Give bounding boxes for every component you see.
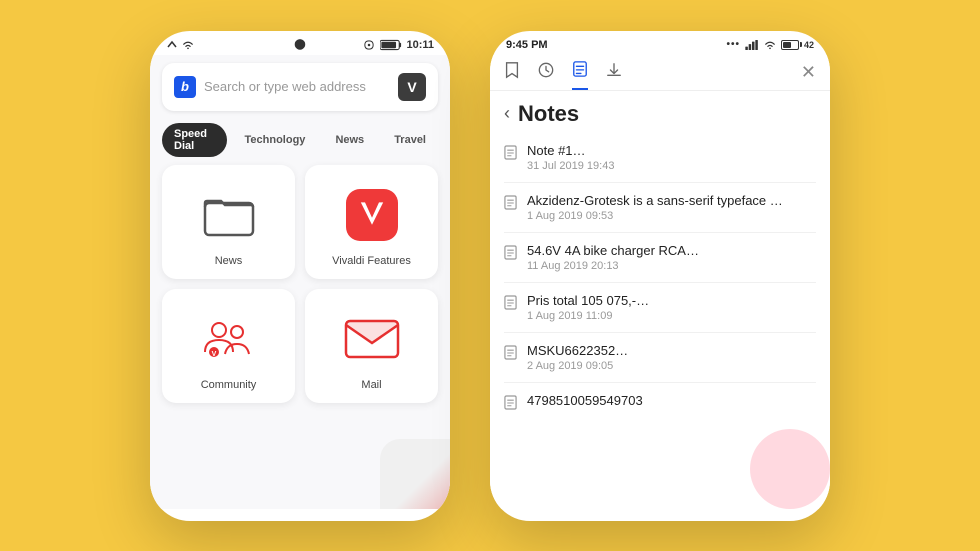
- note-item-2[interactable]: 54.6V 4A bike charger RCA… 11 Aug 2019 2…: [504, 233, 816, 283]
- note-doc-icon-1: [504, 195, 517, 213]
- note-title-0: Note #1…: [527, 143, 816, 158]
- note-item-5[interactable]: 4798510059549703: [504, 383, 816, 423]
- toolbar-icons: [504, 61, 622, 90]
- battery-icon-left: [380, 39, 402, 51]
- dial-mail-label: Mail: [361, 379, 381, 391]
- status-bar-right: 9:45 PM •••: [490, 31, 830, 55]
- back-button[interactable]: ‹: [504, 103, 510, 124]
- clock-icon[interactable]: [538, 62, 554, 89]
- svg-text:V: V: [211, 351, 216, 358]
- note-doc-icon-5: [504, 395, 517, 413]
- search-logo: b: [174, 76, 196, 98]
- search-bar[interactable]: b Search or type web address V: [162, 63, 438, 111]
- note-date-1: 1 Aug 2019 09:53: [527, 210, 816, 222]
- right-phone-bg-decoration: [750, 429, 830, 509]
- status-left-icons: [166, 40, 194, 50]
- status-right-icons: 10:11: [362, 39, 434, 51]
- dots-icon: •••: [726, 39, 740, 50]
- dial-news-label: News: [215, 255, 243, 267]
- note-content-5: 4798510059549703: [527, 393, 816, 410]
- vivaldi-menu-button[interactable]: V: [398, 73, 426, 101]
- battery-right: 42: [781, 40, 814, 50]
- time-left: 10:11: [406, 39, 434, 51]
- note-title-3: Pris total 105 075,-…: [527, 293, 816, 308]
- corner-decoration: [350, 409, 450, 509]
- dial-news[interactable]: News: [162, 165, 295, 279]
- notes-icon[interactable]: [572, 61, 588, 90]
- right-phone: 9:45 PM •••: [490, 31, 830, 521]
- note-content-2: 54.6V 4A bike charger RCA… 11 Aug 2019 2…: [527, 243, 816, 272]
- status-right-right: ••• 42: [726, 39, 814, 50]
- notes-header: ‹ Notes: [490, 91, 830, 133]
- dial-mail[interactable]: Mail: [305, 289, 438, 403]
- note-date-3: 1 Aug 2019 11:09: [527, 310, 816, 322]
- note-title-1: Akzidenz-Grotesk is a sans-serif typefac…: [527, 193, 816, 208]
- dial-community[interactable]: V Community: [162, 289, 295, 403]
- dial-vivaldi-label: Vivaldi Features: [332, 255, 411, 267]
- tab-bar: Speed Dial Technology News Travel: [150, 119, 450, 165]
- note-title-2: 54.6V 4A bike charger RCA…: [527, 243, 816, 258]
- notch-dot: ⬤: [294, 39, 305, 50]
- signal-icon-right: [745, 40, 759, 50]
- people-icon: V: [199, 309, 259, 369]
- time-right: 9:45 PM: [506, 39, 548, 51]
- note-title-4: MSKU6622352…: [527, 343, 816, 358]
- note-item-4[interactable]: MSKU6622352… 2 Aug 2019 09:05: [504, 333, 816, 383]
- tab-travel[interactable]: Travel: [382, 129, 438, 151]
- note-doc-icon-3: [504, 295, 517, 313]
- note-doc-icon-4: [504, 345, 517, 363]
- nfc-icon: [362, 40, 376, 50]
- note-date-2: 11 Aug 2019 20:13: [527, 260, 816, 272]
- note-content-0: Note #1… 31 Jul 2019 19:43: [527, 143, 816, 172]
- tab-technology[interactable]: Technology: [233, 129, 318, 151]
- notes-list: Note #1… 31 Jul 2019 19:43 Akzidenz-Grot…: [490, 133, 830, 423]
- dial-vivaldi[interactable]: Vivaldi Features: [305, 165, 438, 279]
- note-date-0: 31 Jul 2019 19:43: [527, 160, 816, 172]
- left-phone-content: b Search or type web address V Speed Dia…: [150, 55, 450, 509]
- note-item-1[interactable]: Akzidenz-Grotesk is a sans-serif typefac…: [504, 183, 816, 233]
- folder-icon: [199, 185, 259, 245]
- wifi-icon-left: [182, 40, 194, 50]
- phones-container: ⬤ 10:11 b Search or: [150, 31, 830, 521]
- dial-community-label: Community: [201, 379, 257, 391]
- tab-news[interactable]: News: [323, 129, 376, 151]
- search-placeholder: Search or type web address: [204, 79, 390, 94]
- status-bar-left: ⬤ 10:11: [150, 31, 450, 55]
- speed-dial-grid: News Vivaldi Features: [150, 165, 450, 403]
- note-content-3: Pris total 105 075,-… 1 Aug 2019 11:09: [527, 293, 816, 322]
- wifi-icon-right: [764, 40, 776, 50]
- note-title-5: 4798510059549703: [527, 393, 816, 408]
- note-content-4: MSKU6622352… 2 Aug 2019 09:05: [527, 343, 816, 372]
- android-icon: [166, 40, 178, 50]
- close-button[interactable]: ✕: [801, 62, 816, 89]
- note-content-1: Akzidenz-Grotesk is a sans-serif typefac…: [527, 193, 816, 222]
- note-doc-icon-0: [504, 145, 517, 163]
- notes-title: Notes: [518, 101, 579, 127]
- note-item-3[interactable]: Pris total 105 075,-… 1 Aug 2019 11:09: [504, 283, 816, 333]
- tab-speed-dial[interactable]: Speed Dial: [162, 123, 227, 157]
- notes-toolbar: ✕: [490, 55, 830, 91]
- right-phone-content: ✕ ‹ Notes Note #1…: [490, 55, 830, 509]
- vivaldi-logo-icon: [342, 185, 402, 245]
- note-item-0[interactable]: Note #1… 31 Jul 2019 19:43: [504, 133, 816, 183]
- bookmark-icon[interactable]: [504, 61, 520, 90]
- note-doc-icon-2: [504, 245, 517, 263]
- email-icon: [342, 309, 402, 369]
- left-phone: ⬤ 10:11 b Search or: [150, 31, 450, 521]
- download-icon[interactable]: [606, 62, 622, 89]
- note-date-4: 2 Aug 2019 09:05: [527, 360, 816, 372]
